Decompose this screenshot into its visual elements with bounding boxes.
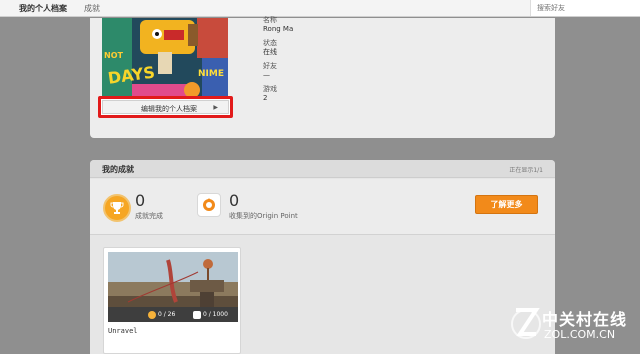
game-thumbnail: [108, 252, 238, 307]
zol-logo-icon: [511, 308, 541, 339]
game-name: Unravel: [108, 327, 138, 335]
game-stats-strip: 0 / 26 0 / 1000: [108, 307, 238, 322]
game-points-value: 0 / 1000: [203, 311, 228, 318]
name-label: 名称: [263, 16, 277, 24]
origin-points-label: 收集到的Origin Point: [229, 212, 298, 220]
achievements-completed-label: 成就完成: [135, 212, 163, 220]
games-value: 2: [263, 94, 268, 102]
trophy-icon: [148, 310, 156, 319]
achievements-paging: 正在显示1/1: [509, 167, 543, 174]
origin-point-icon: [193, 310, 201, 319]
games-label: 游戏: [263, 85, 277, 93]
friends-value: —: [263, 71, 270, 79]
tab-achievements[interactable]: 成就: [84, 3, 100, 14]
edit-profile-button[interactable]: 编辑我的个人档案 ▶: [102, 100, 229, 114]
game-points: 0 / 1000: [193, 310, 228, 320]
game-achievements: 0 / 26: [148, 310, 175, 320]
profile-panel: DAYS NIME NOT 编辑我的个人档案 ▶ 名称 Rong Ma 状态 在…: [90, 16, 555, 138]
chevron-right-icon: ▶: [213, 104, 218, 111]
origin-point-icon: [197, 193, 221, 217]
top-nav-bar: 我的个人档案 成就: [0, 0, 640, 17]
status-value: 在线: [263, 48, 277, 56]
achievements-stats: 0 成就完成 0 收集到的Origin Point 了解更多: [90, 179, 555, 235]
svg-text:NOT: NOT: [104, 51, 123, 60]
edit-profile-label: 编辑我的个人档案: [141, 105, 197, 113]
tab-my-profile[interactable]: 我的个人档案: [19, 3, 67, 14]
zol-watermark: 中关村在线 ZOL.COM.CN: [510, 300, 638, 350]
friend-search: [530, 0, 640, 16]
friends-label: 好友: [263, 62, 277, 70]
game-achievements-value: 0 / 26: [158, 311, 176, 318]
avatar: DAYS NIME NOT: [102, 18, 228, 97]
name-value: Rong Ma: [263, 25, 294, 33]
trophy-icon: [103, 194, 131, 222]
achievements-completed-count: 0: [135, 191, 146, 210]
profile-info: 名称 Rong Ma 状态 在线 好友 — 游戏 2: [263, 16, 294, 103]
game-card[interactable]: 0 / 26 0 / 1000 Unravel: [103, 247, 241, 354]
status-label: 状态: [263, 39, 277, 47]
friend-search-input[interactable]: [531, 0, 640, 16]
achievements-panel: 我的成就 正在显示1/1 0 成就完成 0 收集到的Origin Point 了…: [90, 160, 555, 354]
watermark-cn: 中关村在线: [542, 310, 628, 329]
achievements-title: 我的成就: [102, 165, 134, 174]
learn-more-button[interactable]: 了解更多: [475, 195, 538, 214]
edit-profile-highlight: 编辑我的个人档案 ▶: [98, 96, 233, 118]
origin-points-count: 0: [229, 191, 240, 210]
achievements-header: 我的成就 正在显示1/1: [90, 160, 555, 178]
watermark-en: ZOL.COM.CN: [544, 328, 616, 341]
svg-text:NIME: NIME: [198, 69, 224, 79]
